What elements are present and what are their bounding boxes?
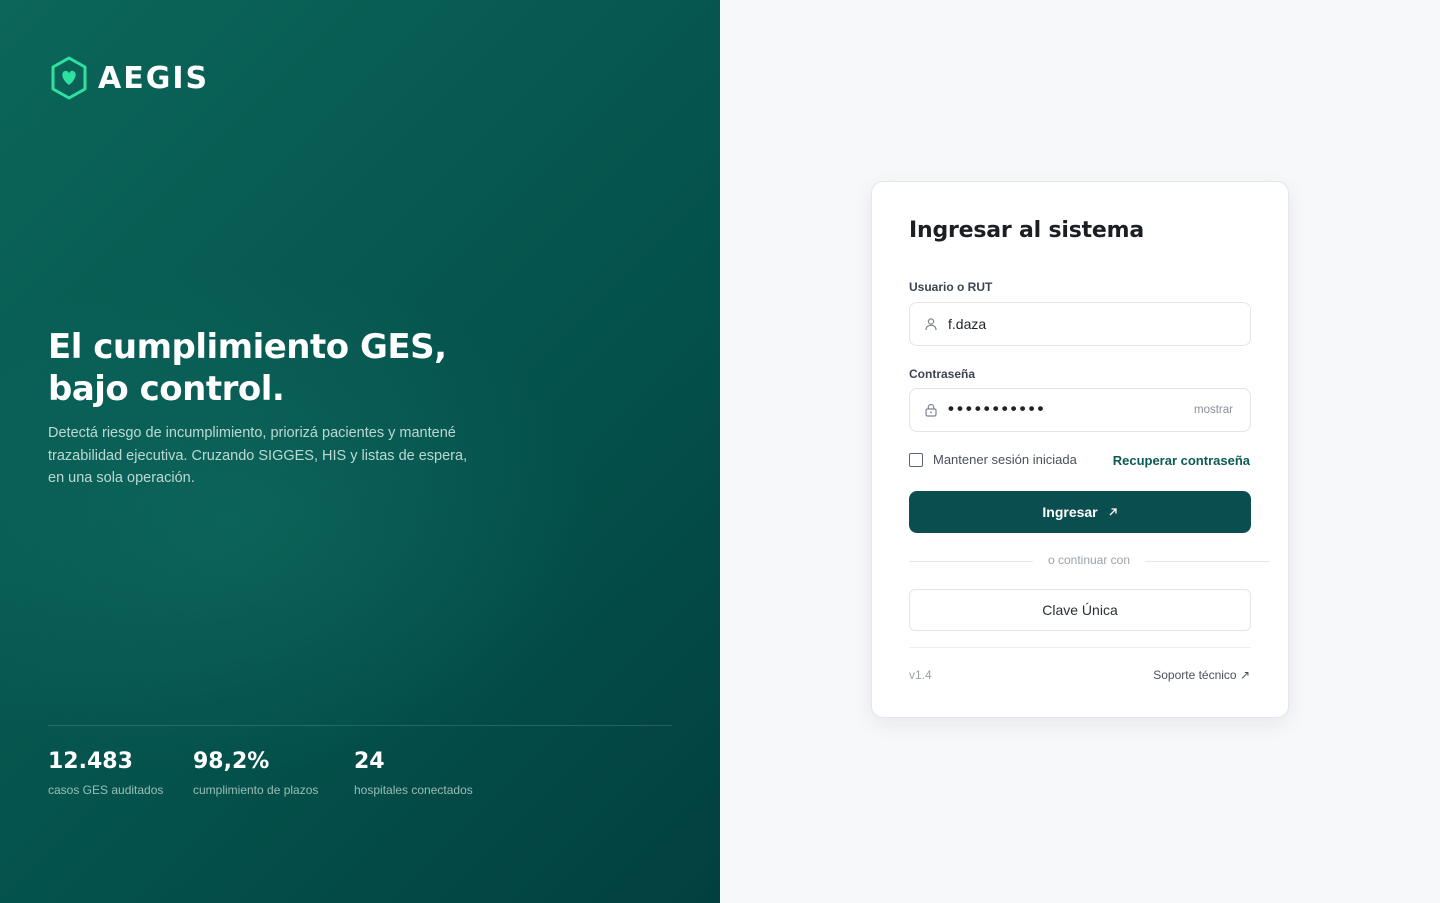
or-divider: o continuar con [909,553,1269,571]
user-icon [925,318,937,331]
login-submit-button[interactable]: Ingresar [909,491,1251,533]
password-field[interactable]: ••••••••••• mostrar [909,388,1251,432]
brand-name: AEGIS [98,60,210,96]
stat-label: casos GES auditados [48,783,164,797]
stat-cases: 12.483 casos GES auditados [48,747,163,797]
login-title: Ingresar al sistema [909,218,1144,243]
stat-value: 12.483 [48,749,133,774]
stat-hospitals: 24 hospitales conectados [354,747,473,797]
login-submit-label: Ingresar [1042,504,1098,520]
divider-line [909,561,1033,562]
stat-label: cumplimiento de plazos [193,783,319,797]
divider-line [1145,561,1269,562]
hero-subtitle: Detectá riesgo de incumplimiento, priori… [48,425,468,486]
username-field[interactable]: f.daza [909,302,1251,346]
lock-icon [925,403,937,417]
brand-logo: AEGIS [50,56,209,100]
username-label: Usuario o RUT [909,280,993,294]
arrow-up-right-icon [1109,508,1117,516]
stat-value: 24 [354,749,385,774]
stat-value: 98,2% [193,749,270,774]
divider-text: o continuar con [1047,553,1131,567]
stat-compliance: 98,2% cumplimiento de plazos [193,747,318,797]
recover-password-link[interactable]: Recuperar contraseña [1113,453,1250,468]
version-label: v1.4 [909,668,932,682]
show-password-toggle[interactable]: mostrar [1194,404,1233,416]
login-card: Ingresar al sistema Usuario o RUT f.daza… [871,181,1289,718]
clave-unica-button[interactable]: Clave Única [909,589,1251,631]
brand-panel: AEGIS El cumplimiento GES, bajo control.… [0,0,720,903]
username-value: f.daza [948,316,987,332]
stat-label: hospitales conectados [354,783,473,797]
footer-divider [909,647,1251,648]
stats-divider [48,725,672,726]
support-link[interactable]: Soporte técnico ↗ [1153,668,1250,682]
remember-label: Mantener sesión iniciada [933,452,1077,467]
password-value: ••••••••••• [948,399,1047,418]
hero-title: El cumplimiento GES, bajo control. [48,327,447,409]
remember-session[interactable]: Mantener sesión iniciada [909,452,1077,467]
password-label: Contraseña [909,367,976,381]
remember-checkbox[interactable] [909,452,923,467]
hexagon-heart-icon [51,56,87,100]
